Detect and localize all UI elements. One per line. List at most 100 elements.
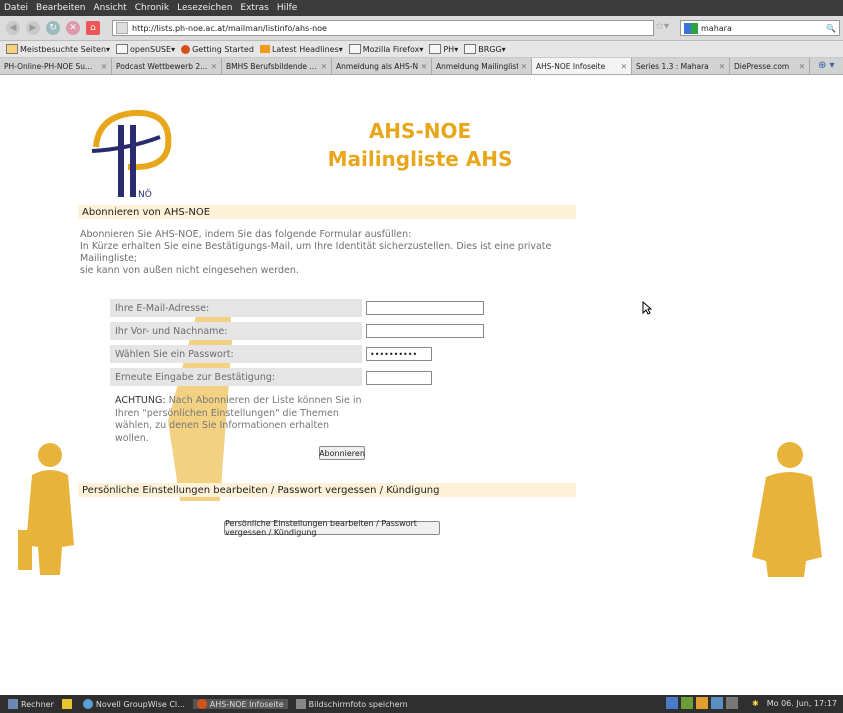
tab-bar: PH-Online-PH-NOE Su... ✕ Podcast Wettbewe… [0, 58, 843, 75]
url-text: http://lists.ph-noe.ac.at/mailman/listin… [132, 23, 327, 33]
logo-text: NÖ [138, 189, 152, 199]
email-field[interactable] [366, 301, 484, 315]
bookmark-star-icon[interactable]: ☆▾ [655, 21, 669, 32]
tray-icon[interactable] [666, 697, 679, 709]
back-icon[interactable]: ◀ [6, 21, 20, 35]
bookmark-item[interactable]: Getting Started [181, 44, 254, 54]
bookmark-item[interactable]: PH ▾ [429, 44, 458, 54]
close-icon[interactable]: ✕ [321, 62, 327, 71]
intro-line: In Kürze erhalten Sie eine Bestätigungs-… [80, 241, 552, 264]
note-warning: ACHTUNG: [115, 395, 166, 406]
search-input[interactable]: mahara 🔍 [680, 20, 840, 36]
tray-icon[interactable] [681, 697, 694, 709]
taskbar-item-rechner[interactable]: Rechner [8, 699, 54, 709]
ph-noe-logo: NÖ [91, 109, 172, 199]
close-icon[interactable]: ✕ [211, 62, 217, 71]
groupwise-icon [82, 699, 93, 709]
home-icon[interactable]: ⌂ [86, 21, 100, 35]
name-field[interactable] [366, 324, 484, 338]
folder-icon [464, 44, 477, 54]
system-tray: ✱ Mo 06. Jun, 17:17 [663, 697, 837, 709]
menu-extras[interactable]: Extras [236, 3, 272, 13]
email-label: Ihre E-Mail-Adresse: [110, 299, 362, 317]
taskbar-item-groupwise[interactable]: Novell GroupWise Cl... [82, 699, 185, 709]
mouse-cursor-icon [642, 301, 652, 315]
forward-icon[interactable]: ▶ [26, 21, 40, 35]
url-bar[interactable]: http://lists.ph-noe.ac.at/mailman/listin… [112, 20, 654, 36]
menu-hilfe[interactable]: Hilfe [273, 3, 301, 13]
taskbar-item-screenshot[interactable]: Bildschirmfoto speichern [295, 699, 408, 709]
search-icon[interactable]: 🔍 [826, 24, 836, 33]
folder-icon [116, 44, 129, 54]
close-icon[interactable]: ✕ [101, 62, 107, 71]
search-value: mahara [701, 23, 732, 33]
menu-datei[interactable]: Datei [0, 3, 32, 13]
search-engine-icon[interactable] [684, 22, 698, 34]
folder-icon [348, 44, 361, 54]
menu-ansicht[interactable]: Ansicht [89, 3, 130, 13]
tab-anmeldung-mailingliste[interactable]: Anmeldung Mailingliste...✕ [432, 58, 532, 74]
tab-podcast[interactable]: Podcast Wettbewerb 2... ✕ [112, 58, 222, 74]
bookmark-item[interactable]: BRGG ▾ [464, 44, 506, 54]
tab-anmeldung-ahs[interactable]: Anmeldung als AHS-N... ✕ [332, 58, 432, 74]
subscribe-button[interactable]: Abonnieren [319, 446, 365, 460]
menu-chronik[interactable]: Chronik [131, 3, 173, 13]
notification-icon[interactable]: ✱ [752, 699, 759, 708]
close-icon[interactable]: ✕ [521, 62, 527, 71]
computer-icon [8, 699, 18, 709]
intro-line: Abonnieren Sie AHS-NOE, indem Sie das fo… [80, 229, 412, 240]
silhouette-left-decoration [18, 443, 74, 575]
menu-bearbeiten[interactable]: Bearbeiten [32, 3, 89, 13]
tab-bmhs[interactable]: BMHS Berufsbildende ... ✕ [222, 58, 332, 74]
close-icon[interactable]: ✕ [421, 62, 427, 71]
intro-text: Abonnieren Sie AHS-NOE, indem Sie das fo… [80, 229, 600, 277]
bookmark-item[interactable]: openSUSE ▾ [116, 44, 175, 54]
folder-icon [6, 44, 18, 54]
tab-ph-online[interactable]: PH-Online-PH-NOE Su... ✕ [0, 58, 112, 74]
bookmarks-toolbar: Meistbesuchte Seiten ▾ openSUSE ▾ Getting … [0, 41, 843, 58]
password-field[interactable]: •••••••••• [366, 347, 432, 361]
close-icon[interactable]: ✕ [799, 62, 805, 71]
screenshot-icon [295, 699, 306, 709]
taskbar-item-notes[interactable] [61, 699, 75, 709]
taskbar: Rechner Novell GroupWise Cl... AHS-NOE I… [0, 695, 843, 713]
page-title: AHS-NOE [368, 119, 472, 143]
confirm-password-label: Erneute Eingabe zur Bestätigung: [110, 368, 362, 386]
firefox-icon [181, 44, 191, 54]
rss-icon [259, 45, 270, 53]
stop-icon[interactable]: ✕ [66, 21, 80, 35]
new-tab-icon[interactable]: ⊕ ▾ [818, 58, 835, 74]
notes-icon [61, 699, 72, 709]
tab-diepresse[interactable]: DiePresse.com ✕ [730, 58, 810, 74]
close-icon[interactable]: ✕ [621, 62, 627, 71]
intro-line: sie kann von außen nicht eingesehen werd… [80, 265, 299, 276]
password-label: Wählen Sie ein Passwort: [110, 345, 362, 363]
name-label: Ihr Vor- und Nachname: [110, 322, 362, 340]
tray-icon[interactable] [711, 697, 724, 709]
navigation-toolbar: ◀ ▶ ↻ ✕ ⌂ http://lists.ph-noe.ac.at/mail… [0, 16, 843, 41]
reload-icon[interactable]: ↻ [46, 21, 60, 35]
page-content: NÖ AHS-NOE Mailingliste AHS Abonnieren v… [0, 75, 843, 695]
options-heading: Persönliche Einstellungen bearbeiten / P… [78, 483, 576, 497]
tray-icon[interactable] [726, 697, 739, 709]
taskbar-item-ahs-noe[interactable]: AHS-NOE Infoseite [192, 699, 288, 709]
site-icon [116, 22, 128, 34]
firefox-icon [196, 699, 207, 709]
folder-icon [429, 44, 442, 54]
options-button[interactable]: Persönliche Einstellungen bearbeiten / P… [224, 519, 440, 537]
close-icon[interactable]: ✕ [719, 62, 725, 71]
menu-lesezeichen[interactable]: Lesezeichen [173, 3, 236, 13]
page-subtitle: Mailingliste AHS [327, 147, 513, 171]
bookmark-item[interactable]: Latest Headlines ▾ [259, 45, 343, 54]
subscription-note: ACHTUNG: Nach Abonnieren der Liste könne… [115, 395, 365, 445]
bookmark-item[interactable]: Meistbesuchte Seiten ▾ [6, 44, 110, 54]
silhouette-right-decoration [752, 442, 822, 577]
tab-ahs-noe-infoseite[interactable]: AHS-NOE Infoseite ✕ [532, 58, 632, 74]
bookmark-item[interactable]: Mozilla Firefox ▾ [348, 44, 423, 54]
menu-bar: Datei Bearbeiten Ansicht Chronik Lesezei… [0, 0, 843, 16]
clock[interactable]: Mo 06. Jun, 17:17 [767, 699, 837, 708]
subscribe-heading: Abonnieren von AHS-NOE [78, 205, 576, 219]
confirm-password-field[interactable] [366, 371, 432, 385]
tab-mahara[interactable]: Series 1.3 : Mahara ✕ [632, 58, 730, 74]
tray-icon[interactable] [696, 697, 709, 709]
